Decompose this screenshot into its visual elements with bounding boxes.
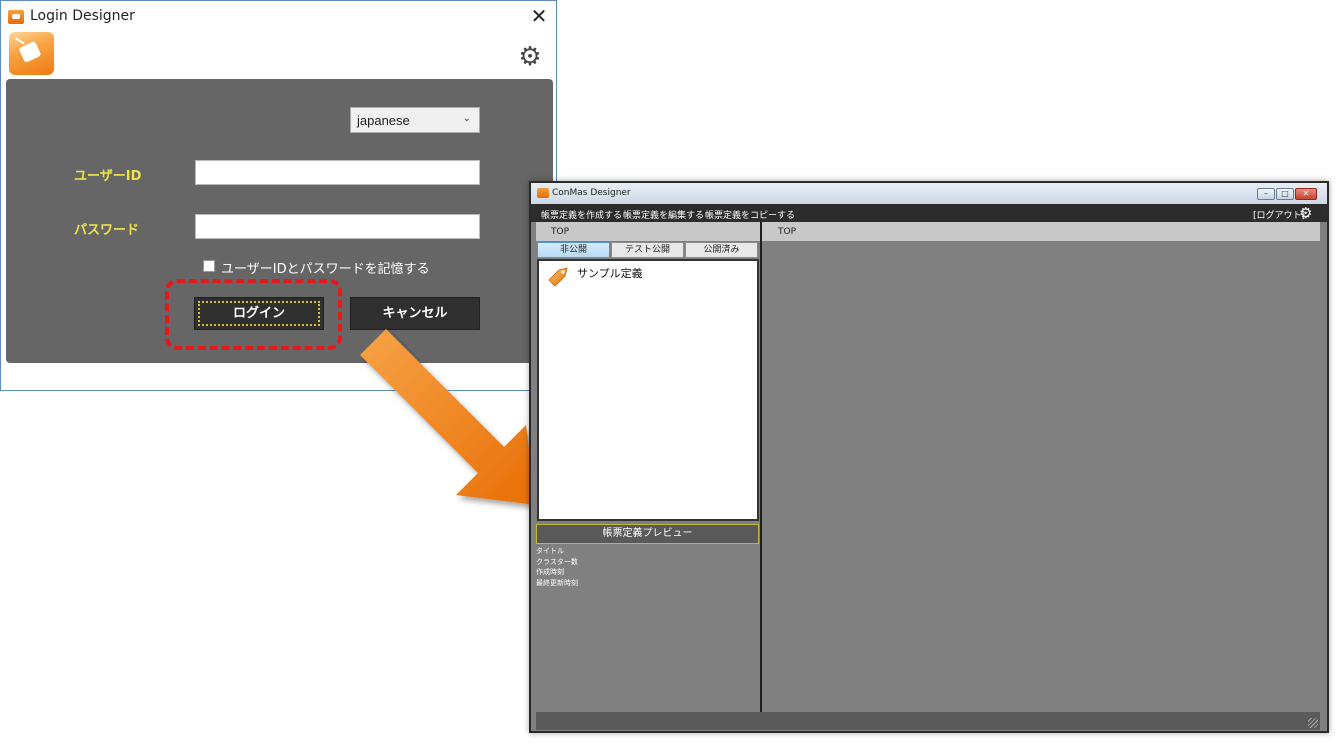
preview-header: 帳票定義プレビュー (536, 524, 759, 544)
minimize-icon[interactable]: – (1257, 188, 1275, 200)
window-title: Login Designer (30, 8, 135, 24)
gear-icon[interactable]: ⚙ (1299, 205, 1312, 221)
designer-titlebar: ConMas Designer – □ ✕ (531, 183, 1327, 204)
preview-field-updated: 最終更新時刻 (536, 578, 578, 587)
chevron-down-icon: ⌄ (462, 113, 471, 124)
resize-grip-icon[interactable] (1308, 718, 1318, 728)
tab-published[interactable]: 公開済み (685, 242, 758, 258)
designer-window: ConMas Designer – □ ✕ 帳票定義を作成する 帳票定義を編集す… (529, 181, 1329, 733)
close-icon[interactable]: ✕ (529, 6, 549, 26)
menu-create-definition[interactable]: 帳票定義を作成する (541, 208, 622, 221)
left-pane: TOP 非公開 テスト公開 公開済み サンプル定義 帳票定義プレビュー タイトル… (536, 222, 760, 712)
breadcrumb[interactable]: TOP (536, 222, 760, 241)
preview-field-title: タイトル (536, 547, 564, 555)
status-bar (536, 712, 1320, 730)
password-input[interactable] (195, 214, 480, 239)
password-label: パスワード (74, 223, 140, 238)
userid-label: ユーザーID (74, 169, 142, 184)
remember-checkbox[interactable] (203, 260, 215, 272)
preview-fields: タイトル クラスター数 作成時刻 最終更新時刻 (536, 546, 759, 588)
window-title: ConMas Designer (552, 188, 631, 198)
menu-edit-definition[interactable]: 帳票定義を編集する (623, 208, 704, 221)
preview-field-cluster-count: クラスター数 (536, 557, 578, 566)
right-pane: TOP (762, 222, 1320, 712)
language-select-value: japanese (357, 113, 410, 128)
menu-copy-definition[interactable]: 帳票定義をコピーする (705, 208, 795, 221)
maximize-icon[interactable]: □ (1276, 188, 1294, 200)
close-icon[interactable]: ✕ (1295, 188, 1317, 200)
app-logo-icon (9, 32, 54, 75)
login-titlebar: Login Designer ✕ (1, 1, 556, 32)
login-button-highlight (165, 279, 342, 350)
breadcrumb[interactable]: TOP (762, 222, 1320, 241)
tab-test-public[interactable]: テスト公開 (611, 242, 684, 258)
list-item-label: サンプル定義 (577, 267, 643, 280)
userid-input[interactable] (195, 160, 480, 185)
definition-list: サンプル定義 (537, 259, 759, 521)
logout-link[interactable]: [ログアウト] (1253, 208, 1305, 221)
app-icon (537, 188, 549, 198)
language-select[interactable]: japanese ⌄ (350, 107, 480, 133)
app-icon (8, 10, 24, 24)
status-tabs: 非公開 テスト公開 公開済み (536, 241, 760, 259)
remember-label: ユーザーIDとパスワードを記憶する (221, 262, 430, 277)
preview-field-created: 作成時刻 (536, 568, 564, 576)
tag-icon (548, 267, 568, 287)
menubar: 帳票定義を作成する 帳票定義を編集する 帳票定義をコピーする [ログアウト] ⚙ (531, 204, 1327, 222)
gear-icon[interactable]: ⚙ (516, 43, 544, 71)
tab-private[interactable]: 非公開 (537, 242, 610, 258)
